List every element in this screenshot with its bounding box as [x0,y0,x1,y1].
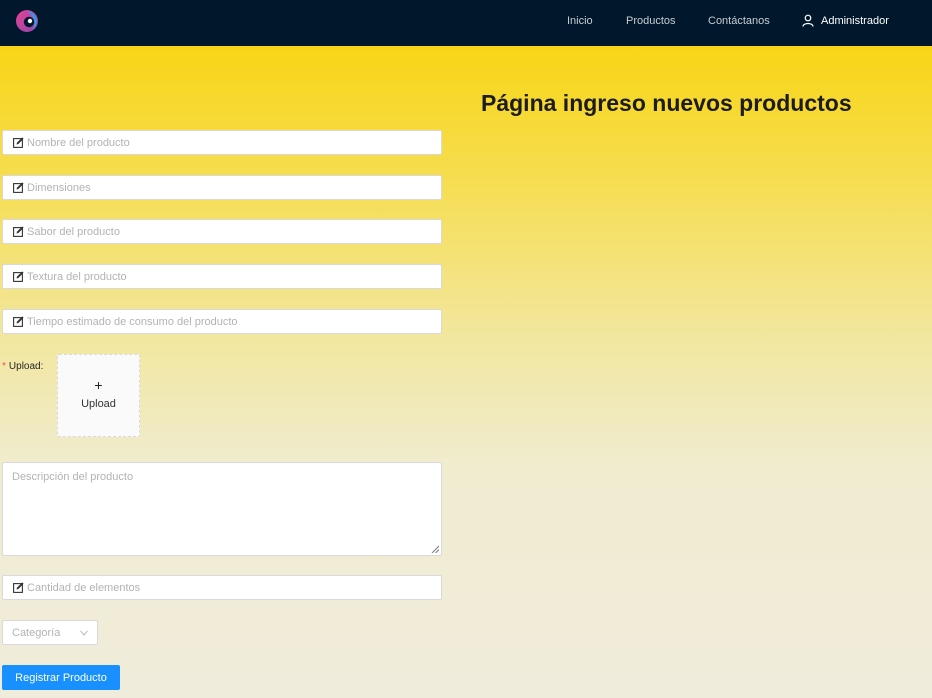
navbar: Inicio Productos Contáctanos Administrad… [0,0,932,46]
consumption-time-placeholder: Tiempo estimado de consumo del producto [27,315,238,328]
consumption-time-input[interactable]: Tiempo estimado de consumo del producto [2,309,442,334]
category-select[interactable]: Categoría [2,620,98,645]
edit-icon [13,271,24,282]
upload-label-text: Upload [8,361,41,372]
nav-admin-label[interactable]: Administrador [821,15,889,27]
upload-button-text: Upload [81,398,116,410]
user-icon[interactable] [802,14,814,27]
nav-inicio[interactable]: Inicio [567,15,593,27]
upload-button[interactable]: + Upload [57,354,140,437]
brand-logo-icon[interactable] [15,8,41,34]
flavor-placeholder: Sabor del producto [27,225,120,238]
dimensions-placeholder: Dimensiones [27,181,91,194]
dimensions-input[interactable]: Dimensiones [2,175,442,200]
category-placeholder: Categoría [12,627,61,639]
quantity-input[interactable]: Cantidad de elementos [2,575,442,600]
nav-contactanos[interactable]: Contáctanos [708,15,770,27]
description-textarea[interactable]: Descripción del producto [2,462,442,556]
texture-input[interactable]: Textura del producto [2,264,442,289]
texture-placeholder: Textura del producto [27,270,127,283]
edit-icon [13,137,24,148]
register-product-button[interactable]: Registrar Producto [2,665,120,690]
flavor-input[interactable]: Sabor del producto [2,219,442,244]
edit-icon [13,226,24,237]
edit-icon [13,582,24,593]
resize-handle-icon[interactable] [431,545,439,553]
plus-icon: + [94,377,103,393]
required-mark: * [2,361,6,372]
quantity-placeholder: Cantidad de elementos [27,581,141,594]
page-title: Página ingreso nuevos productos [481,90,852,116]
product-name-input[interactable]: Nombre del producto [2,130,442,155]
upload-label: * Upload: [2,361,43,372]
nav-productos[interactable]: Productos [626,15,676,27]
edit-icon [13,182,24,193]
product-name-placeholder: Nombre del producto [27,136,130,149]
chevron-down-icon [80,630,88,636]
description-placeholder: Descripción del producto [12,471,134,483]
upload-label-colon: : [40,361,44,372]
edit-icon [13,316,24,327]
